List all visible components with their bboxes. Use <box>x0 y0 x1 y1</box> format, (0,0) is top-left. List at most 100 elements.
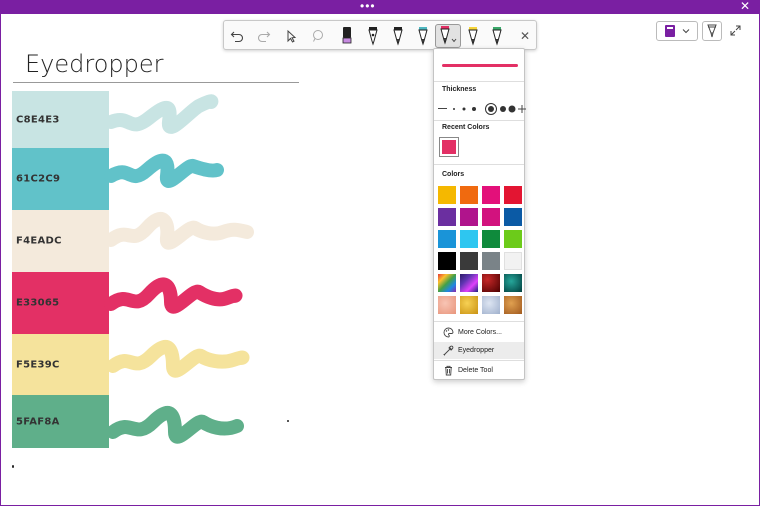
pen-green-icon <box>492 27 502 46</box>
pen-black-2-button[interactable] <box>387 24 409 48</box>
divider <box>434 321 524 322</box>
color-option[interactable] <box>504 274 522 292</box>
lasso-tool-button[interactable] <box>307 24 329 48</box>
color-option[interactable] <box>482 186 500 204</box>
thickness-option-2[interactable] <box>462 107 466 111</box>
page-title[interactable]: Eyedropper <box>25 50 164 78</box>
divider <box>434 81 524 82</box>
thickness-option-1[interactable] <box>453 108 455 110</box>
scribble-f5e39c <box>106 340 250 378</box>
stray-mark <box>12 465 14 468</box>
eyedropper-menu-item[interactable]: Eyedropper <box>434 342 524 359</box>
menu-dots-icon[interactable]: ••• <box>360 0 376 12</box>
color-option[interactable] <box>438 230 456 248</box>
swatch-hex-label: E33065 <box>16 297 60 309</box>
lasso-icon <box>313 30 323 42</box>
scribble-layer <box>104 94 254 444</box>
cursor-dot <box>287 420 289 422</box>
pen-black-icon <box>368 27 378 46</box>
color-option[interactable] <box>482 274 500 292</box>
swatch-hex-label: F5E39C <box>16 359 60 371</box>
color-option[interactable] <box>504 208 522 226</box>
swatch-hex-label: 5FAF8A <box>16 416 60 427</box>
recent-color-swatch[interactable] <box>439 137 459 157</box>
window-titlebar: ••• ✕ <box>0 0 760 14</box>
thickness-option-5[interactable] <box>500 106 506 112</box>
window-close-button[interactable]: ✕ <box>740 0 750 12</box>
eyedropper-label: Eyedropper <box>458 347 495 354</box>
color-option[interactable] <box>482 252 500 270</box>
color-option[interactable] <box>438 274 456 292</box>
color-option[interactable] <box>482 230 500 248</box>
more-colors-menu-item[interactable]: More Colors... <box>434 324 524 341</box>
pen-yellow-icon <box>468 27 478 46</box>
thickness-option-4-selected[interactable] <box>485 103 497 115</box>
color-option[interactable] <box>460 186 478 204</box>
palette-icon <box>443 327 453 338</box>
scribble-c8e4e3 <box>104 94 219 134</box>
pen-options-panel: Thickness Recent Colors Colors More Colo… <box>433 48 526 380</box>
pen-pink-button[interactable] <box>435 24 461 48</box>
color-swatch-f4eadc: F4EADC <box>12 210 109 272</box>
color-option[interactable] <box>482 208 500 226</box>
pen-outline-icon <box>707 24 717 38</box>
swatch-hex-label: 61C2C9 <box>16 173 61 185</box>
pen-pink-icon <box>440 26 457 45</box>
select-tool-button[interactable] <box>280 24 302 48</box>
undo-button[interactable] <box>226 24 248 48</box>
divider <box>434 360 524 361</box>
pen-green-button[interactable] <box>486 24 508 48</box>
pen-mode-button[interactable] <box>702 21 722 41</box>
color-option[interactable] <box>460 230 478 248</box>
thickness-label: Thickness <box>442 86 477 93</box>
undo-icon <box>230 31 244 43</box>
color-option[interactable] <box>460 252 478 270</box>
close-icon: ✕ <box>519 29 531 43</box>
color-option[interactable] <box>438 208 456 226</box>
notebook-button[interactable] <box>656 21 698 41</box>
pen-yellow-button[interactable] <box>462 24 484 48</box>
pen-teal-button[interactable] <box>412 24 434 48</box>
color-option[interactable] <box>504 186 522 204</box>
recent-colors-label: Recent Colors <box>442 124 490 131</box>
color-option[interactable] <box>460 296 478 314</box>
trash-icon <box>444 365 452 376</box>
color-swatch-f5e39c: F5E39C <box>12 334 109 396</box>
color-option[interactable] <box>482 296 500 314</box>
chevron-down-icon <box>682 29 690 34</box>
more-colors-label: More Colors... <box>458 329 502 336</box>
pen-black-button[interactable] <box>362 24 384 48</box>
expand-button[interactable] <box>728 22 742 38</box>
note-canvas[interactable]: Eyedropper C8E4E3 61C2C9 F4EADC E33065 F5E39… <box>1 14 759 505</box>
redo-icon <box>257 31 271 43</box>
thickness-decrease-button[interactable] <box>438 108 447 109</box>
color-option[interactable] <box>438 186 456 204</box>
color-option[interactable] <box>438 252 456 270</box>
color-option[interactable] <box>460 274 478 292</box>
delete-tool-menu-item[interactable]: Delete Tool <box>434 362 524 379</box>
delete-tool-label: Delete Tool <box>458 367 493 374</box>
swatch-hex-label: F4EADC <box>16 235 62 247</box>
scribble-5faf8a <box>106 406 244 444</box>
divider <box>434 164 524 165</box>
thickness-selector <box>438 103 526 115</box>
notebook-icon <box>665 25 675 37</box>
close-toolbar-button[interactable]: ✕ <box>514 24 536 48</box>
redo-button[interactable] <box>253 24 275 48</box>
swatch-hex-label: C8E4E3 <box>16 114 60 126</box>
eyedropper-icon <box>442 345 453 356</box>
thickness-option-6[interactable] <box>508 105 516 113</box>
thickness-increase-icon[interactable] <box>517 104 527 114</box>
expand-icon <box>730 25 740 35</box>
color-option[interactable] <box>460 208 478 226</box>
pen-teal-icon <box>418 27 428 46</box>
divider <box>434 120 524 121</box>
title-underline <box>13 82 299 83</box>
thickness-option-3[interactable] <box>472 107 476 111</box>
highlighter-purple-button[interactable] <box>336 24 358 48</box>
colors-label: Colors <box>442 171 465 178</box>
color-option[interactable] <box>504 252 522 270</box>
color-option[interactable] <box>438 296 456 314</box>
color-option[interactable] <box>504 296 522 314</box>
color-option[interactable] <box>504 230 522 248</box>
